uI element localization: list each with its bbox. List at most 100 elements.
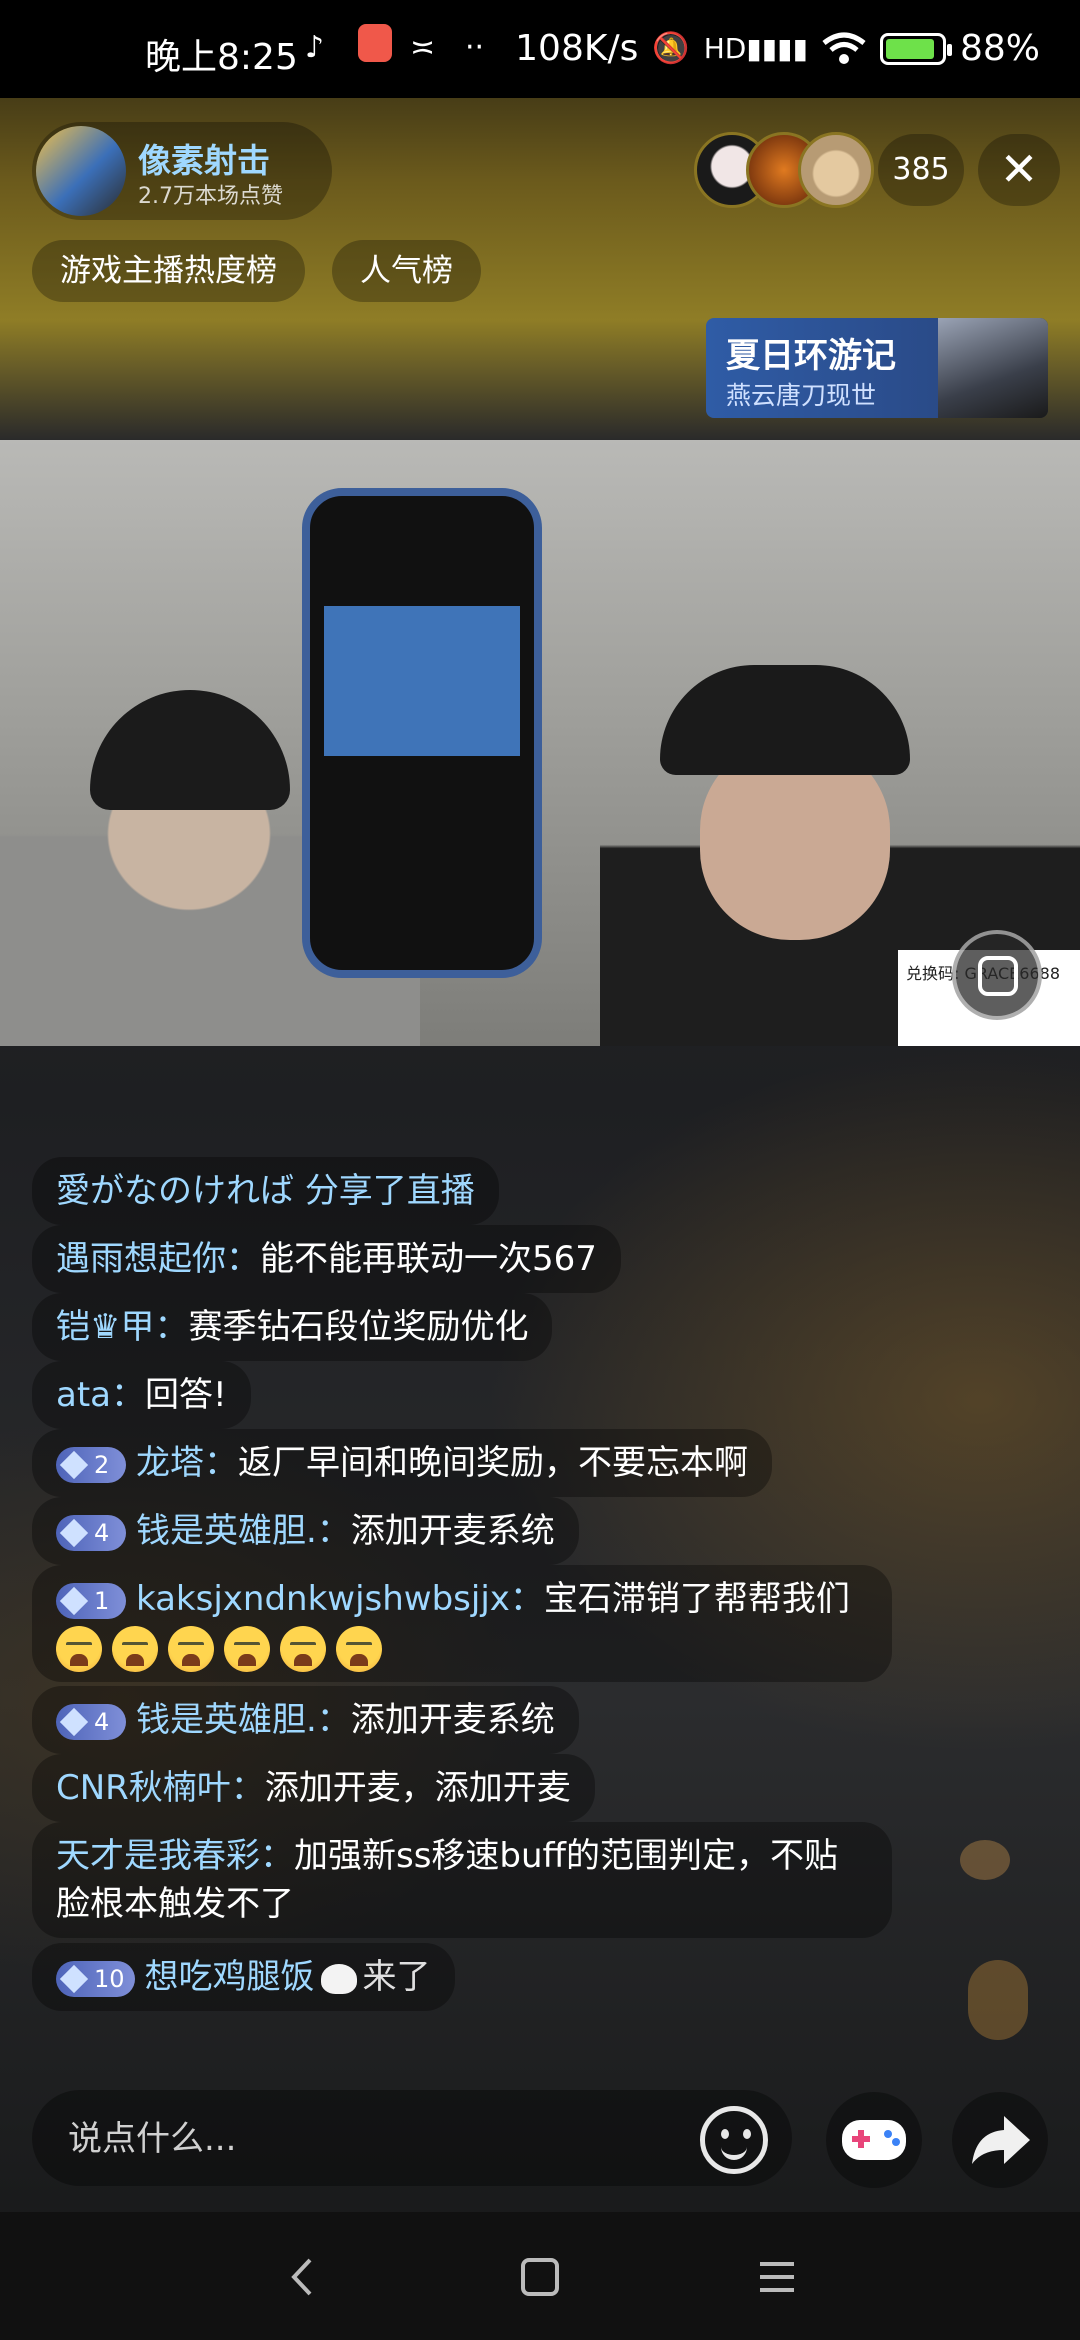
diamond-icon	[59, 1450, 89, 1479]
chat-row: 天才是我春彩：加强新ss移速buff的范围判定，不贴脸根本触发不了	[32, 1822, 932, 1938]
crying-emoji-icon	[56, 1625, 102, 1672]
close-icon: ✕	[999, 142, 1039, 196]
fan-level-badge: 4	[56, 1703, 126, 1740]
network-speed: 108K/s	[515, 28, 639, 69]
chat-name[interactable]: 想吃鸡腿饭	[145, 1957, 315, 1997]
fan-level-badge: 4	[56, 1514, 126, 1551]
battery-charging-icon	[879, 32, 952, 65]
chat-name[interactable]: 钱是英雄胆.：	[136, 1700, 351, 1740]
host-avatar[interactable]	[36, 126, 126, 216]
chat-row: 10 想吃鸡腿饭 来了	[32, 1943, 932, 2011]
badge-level: 4	[94, 1518, 110, 1547]
chat-name[interactable]: kaksjxndnkwjshwbsjjx：	[136, 1579, 544, 1619]
chat-name[interactable]: CNR秋楠叶：	[56, 1768, 265, 1808]
chat-row: 4 钱是英雄胆.：添加开麦系统	[32, 1497, 932, 1565]
chat-row: 4 钱是英雄胆.：添加开麦系统	[32, 1686, 932, 1754]
banner-subtitle: 燕云唐刀现世	[726, 381, 877, 410]
fan-level-badge: 10	[56, 1960, 135, 1997]
chat-row: CNR秋楠叶：添加开麦，添加开麦	[32, 1754, 932, 1822]
chat-text: 添加开麦系统	[350, 1700, 555, 1740]
chat-message[interactable]: ata：回答!	[32, 1361, 251, 1429]
close-button[interactable]: ✕	[978, 134, 1060, 206]
host-card[interactable]: 像素射击 2.7万本场点赞	[32, 122, 332, 220]
chat-text: 宝石滞销了帮帮我们	[543, 1579, 850, 1619]
share-button[interactable]	[952, 2092, 1048, 2188]
hot-rank-pill[interactable]: 游戏主播热度榜	[32, 240, 305, 302]
chat-list: 愛がなのければ 分享了直播 遇雨想起你：能不能再联动一次567 铠♛甲：赛季钻石…	[32, 1157, 932, 2011]
chat-message[interactable]: 10 想吃鸡腿饭 来了	[32, 1943, 455, 2011]
host-likes: 2.7万本场点赞	[138, 184, 283, 209]
link-icon: ≍	[410, 30, 436, 65]
chat-row: 1 kaksjxndnkwjshwbsjjx：宝石滞销了帮帮我们	[32, 1565, 932, 1682]
floating-like-icon	[960, 1840, 1010, 1880]
chat-name[interactable]: 愛がなのければ	[56, 1171, 294, 1211]
home-icon[interactable]	[513, 2250, 567, 2304]
battery-fill	[885, 38, 934, 59]
back-icon[interactable]	[276, 2250, 330, 2304]
status-bar: 晚上8:25 ♪ ≍ ·· 108K/s 🔕 HD▮▮▮▮ 88%	[0, 0, 1080, 98]
chat-message[interactable]: 2 龙塔：返厂早间和晚间奖励，不要忘本啊	[32, 1429, 772, 1497]
chat-message[interactable]: 愛がなのければ 分享了直播	[32, 1157, 499, 1225]
battery-percent: 88%	[959, 28, 1040, 69]
tiktok-icon: ♪	[305, 30, 325, 65]
status-right-group: 108K/s 🔕 HD▮▮▮▮ 88%	[515, 28, 1040, 69]
badge-level: 1	[94, 1586, 110, 1615]
viewer-avatars[interactable]	[694, 132, 874, 208]
comment-input[interactable]	[66, 2090, 670, 2188]
popularity-pill[interactable]: 人气榜	[332, 240, 481, 302]
chat-message[interactable]: 铠♛甲：赛季钻石段位奖励优化	[32, 1293, 553, 1361]
diamond-icon	[59, 1707, 89, 1736]
badge-level: 4	[94, 1707, 110, 1736]
banner-title: 夏日环游记	[726, 336, 896, 376]
chat-message[interactable]: 4 钱是英雄胆.：添加开麦系统	[32, 1686, 579, 1754]
more-dots-icon: ··	[465, 30, 485, 65]
crying-emoji-icon	[112, 1625, 158, 1672]
chat-row: 2 龙塔：返厂早间和晚间奖励，不要忘本啊	[32, 1429, 932, 1497]
chat-name[interactable]: 天才是我春彩：	[56, 1836, 294, 1876]
chat-text: 添加开麦，添加开麦	[264, 1768, 571, 1808]
chat-text: 赛季钻石段位奖励优化	[188, 1307, 529, 1347]
system-nav-bar	[0, 2212, 1080, 2340]
crying-emoji-icon	[336, 1625, 382, 1672]
emoji-button[interactable]	[700, 2106, 768, 2174]
held-phone	[302, 488, 542, 978]
viewer-count[interactable]: 385	[878, 134, 964, 206]
badge-level: 10	[94, 1964, 125, 1993]
rice-bowl-icon	[320, 1963, 357, 1994]
chat-row: 遇雨想起你：能不能再联动一次567	[32, 1225, 932, 1293]
badge-level: 2	[94, 1450, 110, 1479]
chat-message[interactable]: 4 钱是英雄胆.：添加开麦系统	[32, 1497, 579, 1565]
status-time: 晚上8:25	[145, 37, 298, 78]
game-button[interactable]	[826, 2092, 922, 2188]
chat-text: 分享了直播	[304, 1171, 475, 1211]
host-name: 像素射击	[138, 141, 270, 180]
chat-text: 返厂早间和晚间奖励，不要忘本啊	[238, 1443, 748, 1483]
mute-icon: 🔕	[652, 31, 690, 66]
screen-toggle-button[interactable]	[952, 930, 1042, 1020]
chat-name[interactable]: 铠♛甲：	[56, 1307, 188, 1347]
hd-signal-icon: HD▮▮▮▮	[703, 32, 808, 65]
chat-row: ata：回答!	[32, 1361, 932, 1429]
gamepad-icon	[842, 2120, 906, 2160]
comment-bar[interactable]	[32, 2090, 792, 2188]
chat-name[interactable]: ata：	[56, 1375, 145, 1415]
viewer-avatar[interactable]	[798, 132, 874, 208]
chat-name[interactable]: 龙塔：	[136, 1443, 238, 1483]
crying-emoji-icon	[168, 1625, 214, 1672]
share-arrow-icon	[972, 2116, 1030, 2164]
chat-text: 添加开麦系统	[350, 1511, 555, 1551]
chat-message[interactable]: 天才是我春彩：加强新ss移速buff的范围判定，不贴脸根本触发不了	[32, 1822, 892, 1938]
menu-icon[interactable]	[750, 2250, 804, 2304]
chat-message[interactable]: CNR秋楠叶：添加开麦，添加开麦	[32, 1754, 595, 1822]
chat-text: 来了	[362, 1957, 431, 1997]
event-banner[interactable]: 夏日环游记 燕云唐刀现世	[706, 318, 1048, 418]
fan-level-badge: 2	[56, 1446, 126, 1483]
chat-text: 回答!	[145, 1375, 227, 1415]
chat-name[interactable]: 钱是英雄胆.：	[136, 1511, 351, 1551]
chat-row: 铠♛甲：赛季钻石段位奖励优化	[32, 1293, 932, 1361]
chat-message[interactable]: 遇雨想起你：能不能再联动一次567	[32, 1225, 621, 1293]
chat-message[interactable]: 1 kaksjxndnkwjshwbsjjx：宝石滞销了帮帮我们	[32, 1565, 892, 1682]
wifi-icon	[822, 32, 866, 64]
chat-name[interactable]: 遇雨想起你：	[56, 1239, 260, 1279]
crying-emoji-icon	[280, 1625, 326, 1672]
